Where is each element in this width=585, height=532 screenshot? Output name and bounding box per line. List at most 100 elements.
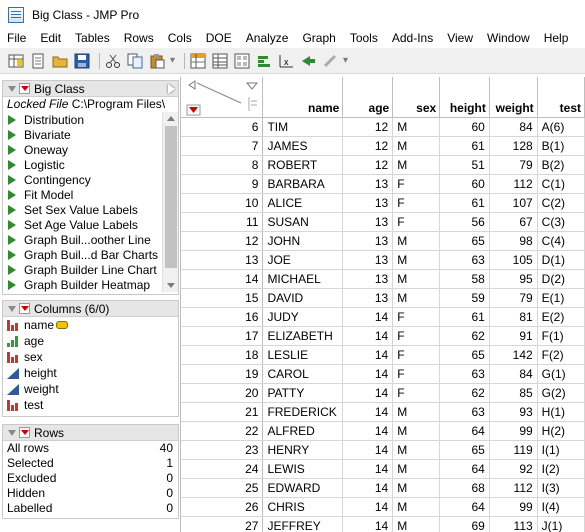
new-table-icon[interactable] (7, 52, 25, 70)
table-row[interactable]: 16 JUDY 14 F 61 81 E(2) (181, 307, 585, 327)
cell-weight[interactable]: 79 (489, 288, 538, 308)
cell-sex[interactable]: M (392, 478, 441, 498)
cell-weight[interactable]: 128 (489, 136, 538, 156)
cell-weight[interactable]: 107 (489, 193, 538, 213)
cell-test[interactable]: B(2) (537, 155, 585, 175)
cell-height[interactable]: 62 (439, 383, 490, 403)
data-table-icon[interactable] (189, 52, 207, 70)
row-number[interactable]: 26 (181, 497, 264, 517)
collapse-icon[interactable] (8, 305, 16, 312)
cell-age[interactable]: 13 (342, 269, 394, 289)
cell-sex[interactable]: F (392, 193, 441, 213)
cell-weight[interactable]: 84 (489, 364, 538, 384)
cell-name[interactable]: FREDERICK (262, 402, 344, 422)
cell-height[interactable]: 60 (439, 174, 490, 194)
cell-weight[interactable]: 92 (489, 459, 538, 479)
red-triangle-icon[interactable] (19, 83, 30, 94)
cell-height[interactable]: 63 (439, 364, 490, 384)
cell-age[interactable]: 14 (342, 478, 394, 498)
cell-height[interactable]: 59 (439, 288, 490, 308)
script-item[interactable]: Graph Builder Line Chart (3, 262, 178, 277)
distribution-icon[interactable] (255, 52, 273, 70)
cell-name[interactable]: MICHAEL (262, 269, 344, 289)
cell-test[interactable]: D(2) (537, 269, 585, 289)
cell-test[interactable]: I(2) (537, 459, 585, 479)
cell-name[interactable]: LEWIS (262, 459, 344, 479)
row-number[interactable]: 27 (181, 516, 264, 532)
column-item-name[interactable]: name (3, 317, 178, 333)
run-script-icon[interactable] (8, 249, 16, 260)
cell-weight[interactable]: 113 (489, 516, 538, 532)
cell-test[interactable]: I(4) (537, 497, 585, 517)
run-script-icon[interactable] (8, 159, 16, 170)
cell-weight[interactable]: 99 (489, 497, 538, 517)
row-number[interactable]: 20 (181, 383, 264, 403)
menu-view[interactable]: View (440, 29, 480, 48)
cell-weight[interactable]: 84 (489, 117, 538, 137)
row-number[interactable]: 15 (181, 288, 264, 308)
cell-test[interactable]: E(1) (537, 288, 585, 308)
cell-test[interactable]: E(2) (537, 307, 585, 327)
row-number[interactable]: 12 (181, 231, 264, 251)
cell-sex[interactable]: F (392, 383, 441, 403)
cell-age[interactable]: 14 (342, 459, 394, 479)
cell-height[interactable]: 64 (439, 421, 490, 441)
cell-name[interactable]: CAROL (262, 364, 344, 384)
cell-name[interactable]: JOE (262, 250, 344, 270)
script-item[interactable]: Set Sex Value Labels (3, 202, 178, 217)
menu-help[interactable]: Help (537, 29, 576, 48)
cell-age[interactable]: 13 (342, 288, 394, 308)
cell-name[interactable]: ROBERT (262, 155, 344, 175)
row-number[interactable]: 24 (181, 459, 264, 479)
cell-test[interactable]: H(1) (537, 402, 585, 422)
menu-addins[interactable]: Add-Ins (385, 29, 440, 48)
cell-height[interactable]: 65 (439, 345, 490, 365)
table-row[interactable]: 7 JAMES 12 M 61 128 B(1) (181, 136, 585, 156)
table-row[interactable]: 20 PATTY 14 F 62 85 G(2) (181, 383, 585, 403)
cell-name[interactable]: SUSAN (262, 212, 344, 232)
run-script-icon[interactable] (8, 219, 16, 230)
row-number[interactable]: 10 (181, 193, 264, 213)
run-script-icon[interactable] (8, 144, 16, 155)
cell-sex[interactable]: F (392, 364, 441, 384)
row-number[interactable]: 8 (181, 155, 264, 175)
cell-test[interactable]: B(1) (537, 136, 585, 156)
annotate-icon[interactable] (321, 52, 339, 70)
row-number[interactable]: 9 (181, 174, 264, 194)
cell-sex[interactable]: M (392, 459, 441, 479)
row-number[interactable]: 17 (181, 326, 264, 346)
cell-height[interactable]: 61 (439, 307, 490, 327)
cell-age[interactable]: 14 (342, 421, 394, 441)
cell-weight[interactable]: 119 (489, 440, 538, 460)
table-row[interactable]: 26 CHRIS 14 M 64 99 I(4) (181, 497, 585, 517)
cell-age[interactable]: 12 (342, 136, 394, 156)
cell-name[interactable]: PATTY (262, 383, 344, 403)
cell-age[interactable]: 13 (342, 231, 394, 251)
row-number[interactable]: 11 (181, 212, 264, 232)
table-row[interactable]: 11 SUSAN 13 F 56 67 C(3) (181, 212, 585, 232)
column-item-sex[interactable]: sex (3, 349, 178, 365)
menu-graph[interactable]: Graph (295, 29, 342, 48)
menu-edit[interactable]: Edit (33, 29, 68, 48)
cell-test[interactable]: C(3) (537, 212, 585, 232)
table-row[interactable]: 6 TIM 12 M 60 84 A(6) (181, 117, 585, 137)
expand-panel-icon[interactable] (168, 84, 175, 94)
table-row[interactable]: 17 ELIZABETH 14 F 62 91 F(1) (181, 326, 585, 346)
cell-height[interactable]: 51 (439, 155, 490, 175)
menu-rows[interactable]: Rows (117, 29, 161, 48)
menu-window[interactable]: Window (480, 29, 537, 48)
cell-age[interactable]: 14 (342, 326, 394, 346)
column-header-sex[interactable]: sex (392, 77, 441, 118)
table-row[interactable]: 24 LEWIS 14 M 64 92 I(2) (181, 459, 585, 479)
run-script-icon[interactable] (8, 234, 16, 245)
copy-icon[interactable] (126, 52, 144, 70)
script-item[interactable]: Logistic (3, 157, 178, 172)
cell-weight[interactable]: 93 (489, 402, 538, 422)
table-row[interactable]: 12 JOHN 13 M 65 98 C(4) (181, 231, 585, 251)
table-row[interactable]: 15 DAVID 13 M 59 79 E(1) (181, 288, 585, 308)
cell-sex[interactable]: M (392, 269, 441, 289)
fit-model-icon[interactable] (299, 52, 317, 70)
cell-name[interactable]: ELIZABETH (262, 326, 344, 346)
cell-age[interactable]: 14 (342, 307, 394, 327)
column-header-name[interactable]: name (262, 77, 344, 118)
